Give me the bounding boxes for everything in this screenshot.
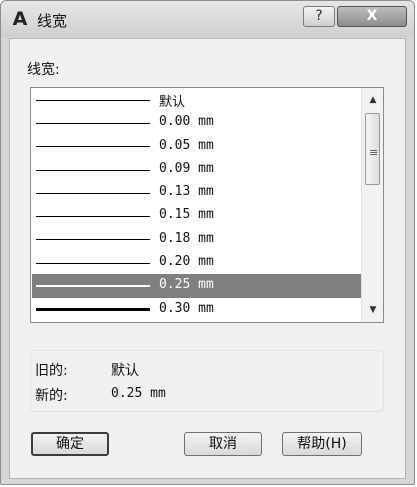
dialog-body: 线宽: 默认 0.00 mm 0.05 mm 0.09 mm 0.13 mm 0.15 m…: [9, 38, 406, 479]
lineweight-list-item[interactable]: 默认: [32, 88, 361, 111]
old-value: 默认: [111, 363, 139, 379]
lineweight-item-label: 0.20 mm: [159, 254, 214, 270]
scroll-down-icon[interactable]: ▼: [362, 300, 383, 320]
lineweight-sample-line: [36, 239, 150, 241]
lineweight-list-item[interactable]: 0.25 mm: [32, 274, 361, 298]
lineweight-item-label: 0.13 mm: [159, 184, 214, 200]
lineweight-sample-line: [36, 146, 150, 148]
lineweight-item-label: 0.25 mm: [159, 277, 214, 293]
lineweight-rows: 默认 0.00 mm 0.05 mm 0.09 mm 0.13 mm 0.15 mm 0.1…: [32, 88, 361, 321]
lineweight-list-item[interactable]: 0.15 mm: [32, 204, 361, 227]
grip-icon: ≡: [369, 146, 379, 159]
lineweight-item-label: 默认: [159, 95, 186, 110]
old-value-label: 旧的:: [35, 363, 68, 379]
lineweight-info-panel: 旧的: 默认 新的: 0.25 mm: [30, 350, 384, 412]
dialog-title: 线宽: [37, 12, 68, 30]
scroll-up-icon[interactable]: ▲: [362, 90, 383, 110]
lineweight-list-item[interactable]: 0.30 mm: [32, 298, 361, 321]
lineweight-list-item[interactable]: 0.00 mm: [32, 111, 361, 134]
new-value: 0.25 mm: [111, 386, 166, 401]
lineweight-sample-line: [36, 285, 150, 288]
lineweight-sample-line: [36, 192, 150, 194]
help-title-button[interactable]: ?: [303, 6, 335, 27]
cancel-button[interactable]: 取消: [184, 432, 262, 456]
lineweight-list-item[interactable]: 0.09 mm: [32, 158, 361, 181]
lineweight-sample-line: [36, 169, 150, 171]
lineweight-item-label: 0.09 mm: [159, 160, 214, 176]
vertical-scrollbar[interactable]: ▲ ≡ ▼: [361, 88, 383, 322]
lineweight-sample-line: [36, 262, 150, 264]
lineweight-item-label: 0.18 mm: [159, 230, 214, 246]
lineweight-item-label: 0.30 mm: [159, 300, 214, 316]
lineweight-sample-line: [36, 308, 150, 312]
lineweight-item-label: 0.00 mm: [159, 114, 214, 130]
lineweight-list-label: 线宽:: [27, 62, 60, 78]
lineweight-list-item[interactable]: 0.20 mm: [32, 251, 361, 274]
lineweight-item-label: 0.05 mm: [159, 137, 214, 153]
new-value-label: 新的:: [35, 388, 68, 404]
lineweight-item-label: 0.15 mm: [159, 207, 214, 223]
lineweight-sample-line: [36, 99, 150, 101]
lineweight-dialog: A 线宽 ? X 线宽: 默认 0.00 mm 0.05 mm 0.09 mm 0.13…: [0, 0, 415, 485]
lineweight-sample-line: [36, 122, 150, 124]
lineweight-list-item[interactable]: 0.18 mm: [32, 228, 361, 251]
close-button[interactable]: X: [337, 6, 407, 27]
lineweight-sample-line: [36, 216, 150, 218]
title-bar[interactable]: A 线宽 ? X: [1, 1, 414, 37]
scroll-thumb[interactable]: ≡: [365, 113, 380, 185]
lineweight-listbox[interactable]: 默认 0.00 mm 0.05 mm 0.09 mm 0.13 mm 0.15 mm 0.1…: [30, 87, 384, 323]
ok-button[interactable]: 确定: [31, 432, 109, 456]
lineweight-list-item[interactable]: 0.05 mm: [32, 135, 361, 158]
help-button[interactable]: 帮助(H): [282, 432, 362, 456]
lineweight-list-item[interactable]: 0.13 mm: [32, 181, 361, 204]
app-logo-icon: A: [12, 8, 28, 30]
